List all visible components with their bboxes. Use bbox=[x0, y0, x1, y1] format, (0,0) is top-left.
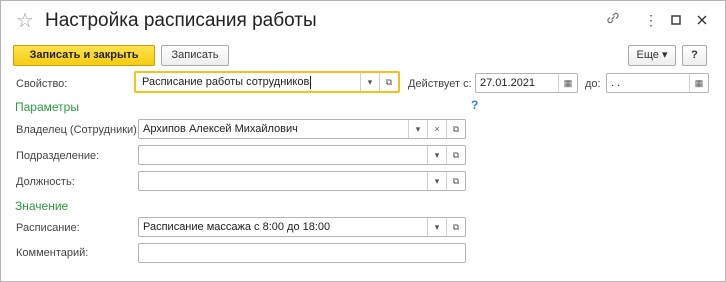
link-icon[interactable] bbox=[604, 11, 622, 29]
valid-to-field[interactable]: . . ▦ bbox=[606, 73, 709, 93]
owner-field[interactable]: Архипов Алексей Михайлович ▾ × ⧉ bbox=[138, 119, 466, 139]
property-open-icon[interactable]: ⧉ bbox=[379, 73, 398, 91]
owner-value: Архипов Алексей Михайлович bbox=[143, 123, 298, 135]
help-button[interactable]: ? bbox=[682, 45, 707, 66]
department-open-icon[interactable]: ⧉ bbox=[446, 146, 465, 164]
owner-label: Владелец (Сотрудники): bbox=[16, 124, 140, 136]
valid-from-field[interactable]: 27.01.2021 ▦ bbox=[475, 73, 578, 93]
more-menu-icon[interactable]: ⋮ bbox=[642, 11, 660, 29]
settings-window: ☆ Настройка расписания работы ⋮ Записать… bbox=[0, 0, 726, 282]
owner-open-icon[interactable]: ⧉ bbox=[446, 120, 465, 138]
params-help-icon[interactable]: ? bbox=[471, 98, 478, 112]
calendar-icon[interactable]: ▦ bbox=[689, 74, 708, 92]
window-title: Настройка расписания работы bbox=[45, 10, 317, 31]
save-and-close-button[interactable]: Записать и закрыть bbox=[13, 45, 155, 66]
maximize-icon[interactable] bbox=[667, 11, 685, 29]
owner-dropdown-icon[interactable]: ▾ bbox=[408, 120, 427, 138]
more-actions-button[interactable]: Еще ▾ bbox=[628, 45, 676, 66]
comment-field[interactable] bbox=[138, 243, 466, 263]
position-open-icon[interactable]: ⧉ bbox=[446, 172, 465, 190]
comment-label: Комментарий: bbox=[16, 247, 89, 259]
position-label: Должность: bbox=[16, 176, 75, 188]
valid-to-label: до: bbox=[585, 78, 601, 90]
owner-clear-icon[interactable]: × bbox=[427, 120, 446, 138]
department-field[interactable]: ▾ ⧉ bbox=[138, 145, 466, 165]
calendar-icon[interactable]: ▦ bbox=[558, 74, 577, 92]
property-field[interactable]: Расписание работы сотрудников ▾ ⧉ bbox=[134, 71, 400, 93]
position-field[interactable]: ▾ ⧉ bbox=[138, 171, 466, 191]
property-dropdown-icon[interactable]: ▾ bbox=[360, 73, 379, 91]
value-section-title: Значение bbox=[15, 199, 69, 213]
schedule-label: Расписание: bbox=[16, 222, 80, 234]
save-button[interactable]: Записать bbox=[161, 45, 229, 66]
valid-to-value: . . bbox=[611, 77, 621, 89]
property-label: Свойство: bbox=[16, 78, 68, 90]
position-dropdown-icon[interactable]: ▾ bbox=[427, 172, 446, 190]
params-section-title: Параметры bbox=[15, 100, 79, 114]
schedule-dropdown-icon[interactable]: ▾ bbox=[427, 218, 446, 236]
department-dropdown-icon[interactable]: ▾ bbox=[427, 146, 446, 164]
favorite-star-icon[interactable]: ☆ bbox=[16, 11, 34, 31]
text-caret bbox=[310, 76, 311, 89]
schedule-open-icon[interactable]: ⧉ bbox=[446, 218, 465, 236]
schedule-value: Расписание массажа с 8:00 до 18:00 bbox=[143, 221, 331, 233]
property-value: Расписание работы сотрудников bbox=[142, 76, 310, 88]
valid-from-value: 27.01.2021 bbox=[480, 77, 536, 89]
schedule-field[interactable]: Расписание массажа с 8:00 до 18:00 ▾ ⧉ bbox=[138, 217, 466, 237]
close-icon[interactable] bbox=[693, 11, 711, 29]
department-label: Подразделение: bbox=[16, 150, 100, 162]
valid-from-label: Действует с: bbox=[408, 78, 472, 90]
